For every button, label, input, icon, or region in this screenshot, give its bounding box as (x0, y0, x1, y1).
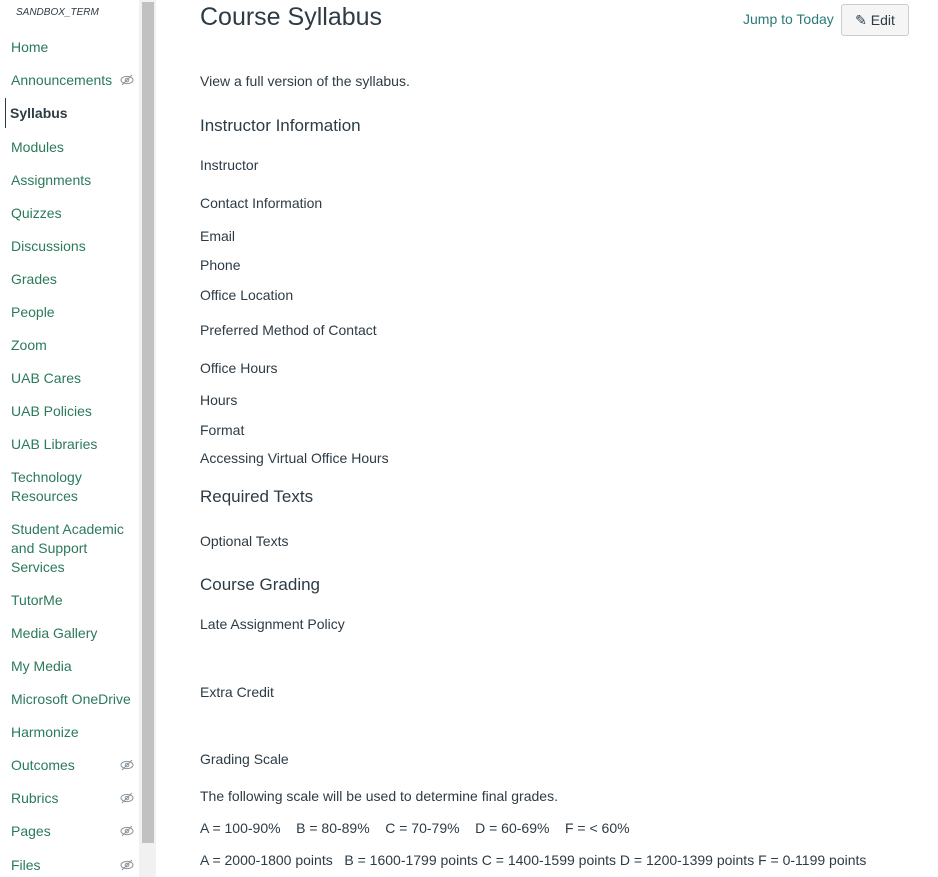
sidebar-item-announcements[interactable]: Announcements (11, 71, 137, 90)
pencil-icon: ✎ (855, 11, 867, 28)
label-extra-credit: Extra Credit (200, 684, 274, 700)
heading-instructor-information: Instructor Information (200, 116, 361, 135)
label-office-hours: Office Hours (200, 360, 278, 376)
hidden-from-students-icon (120, 758, 134, 772)
syllabus-content: Course Syllabus Jump to Today ✎ Edit Vie… (200, 0, 920, 877)
sidebar-item-harmonize[interactable]: Harmonize (11, 723, 137, 742)
active-indicator (5, 98, 6, 128)
label-format: Format (200, 422, 245, 438)
label-hours: Hours (200, 392, 238, 408)
sidebar-item-modules[interactable]: Modules (11, 138, 137, 157)
hidden-from-students-icon (120, 824, 134, 838)
sidebar-item-people[interactable]: People (11, 303, 137, 322)
label-email: Email (200, 228, 236, 244)
sidebar-item-home[interactable]: Home (11, 38, 137, 57)
edit-button[interactable]: ✎ Edit (841, 4, 909, 36)
label-preferred-contact: Preferred Method of Contact (200, 322, 377, 338)
course-navigation: SANDBOX_TERM Home Announcements Syllabus Mo… (0, 0, 139, 877)
syllabus-intro: View a full version of the syllabus. (200, 73, 410, 89)
label-virtual-office-hours: Accessing Virtual Office Hours (200, 450, 389, 466)
label-contact-information: Contact Information (200, 195, 323, 211)
sidebar-item-my-media[interactable]: My Media (11, 657, 137, 676)
sidebar-item-outcomes[interactable]: Outcomes (11, 756, 137, 775)
label-instructor: Instructor (200, 157, 259, 173)
sidebar-item-uab-cares[interactable]: UAB Cares (11, 369, 137, 388)
hidden-from-students-icon (120, 73, 134, 87)
sidebar-item-syllabus[interactable]: Syllabus (10, 104, 136, 123)
label-grading-scale: Grading Scale (200, 751, 289, 767)
sidebar-item-media-gallery[interactable]: Media Gallery (11, 624, 137, 643)
sidebar-scrollbar-thumb[interactable] (142, 2, 154, 843)
percent-scale: A = 100-90% B = 80-89% C = 70-79% D = 60… (200, 820, 630, 836)
term-label: SANDBOX_TERM (16, 7, 99, 18)
label-late-policy: Late Assignment Policy (200, 616, 345, 632)
label-phone: Phone (200, 257, 241, 273)
heading-course-grading: Course Grading (200, 575, 321, 594)
sidebar-item-quizzes[interactable]: Quizzes (11, 204, 137, 223)
points-scale: A = 2000-1800 points B = 1600-1799 point… (200, 852, 867, 868)
heading-required-texts: Required Texts (200, 487, 314, 506)
sidebar-item-discussions[interactable]: Discussions (11, 237, 137, 256)
sidebar-item-pages[interactable]: Pages (11, 822, 137, 841)
sidebar-item-files[interactable]: Files (11, 856, 137, 875)
sidebar-item-zoom[interactable]: Zoom (11, 336, 137, 355)
jump-to-today-link[interactable]: Jump to Today (743, 11, 834, 27)
sidebar-item-grades[interactable]: Grades (11, 270, 137, 289)
sidebar-item-uab-libraries[interactable]: UAB Libraries (11, 435, 137, 454)
sidebar-item-assignments[interactable]: Assignments (11, 171, 137, 190)
sidebar-item-tutorme[interactable]: TutorMe (11, 591, 137, 610)
sidebar-item-student-academic-and-support-services[interactable]: Student Academic and Support Services (11, 520, 137, 577)
label-optional-texts: Optional Texts (200, 533, 289, 549)
sidebar-item-technology-resources[interactable]: Technology Resources (11, 468, 137, 506)
label-office-location: Office Location (200, 287, 294, 303)
hidden-from-students-icon (120, 858, 134, 872)
hidden-from-students-icon (120, 791, 134, 805)
sidebar-item-microsoft-onedrive[interactable]: Microsoft OneDrive (11, 690, 137, 709)
edit-label: Edit (870, 12, 895, 28)
scale-intro: The following scale will be used to dete… (200, 788, 558, 804)
sidebar-item-rubrics[interactable]: Rubrics (11, 789, 137, 808)
page-title: Course Syllabus (200, 3, 383, 31)
sidebar-item-uab-policies[interactable]: UAB Policies (11, 402, 137, 421)
